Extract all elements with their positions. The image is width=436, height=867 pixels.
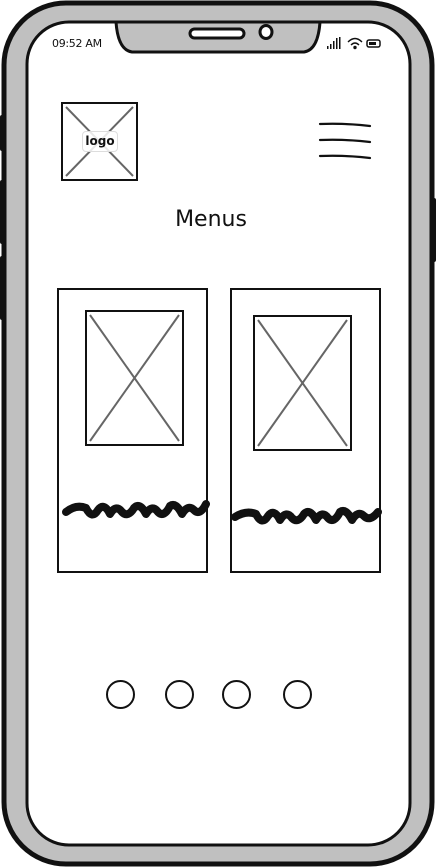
logo-label: logo xyxy=(82,131,118,152)
status-time: 09:52 AM xyxy=(52,37,102,50)
card-image-placeholder xyxy=(85,310,184,446)
card-image-placeholder xyxy=(253,315,352,451)
menu-button[interactable] xyxy=(315,116,375,164)
camera-icon xyxy=(258,24,274,40)
pagination-dot-4[interactable] xyxy=(283,680,312,709)
menu-card[interactable] xyxy=(230,288,382,573)
pagination-dot-1[interactable] xyxy=(106,680,135,709)
page-title: Menus xyxy=(175,207,247,232)
menu-card[interactable] xyxy=(57,288,210,573)
speaker-icon xyxy=(188,27,246,40)
pagination-dot-3[interactable] xyxy=(222,680,251,709)
pagination-dot-2[interactable] xyxy=(165,680,194,709)
